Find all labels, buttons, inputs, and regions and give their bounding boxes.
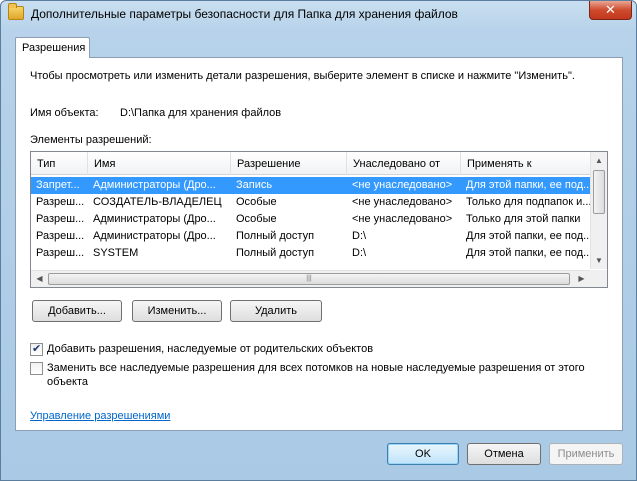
table-row[interactable]: Разреш... SYSTEM Полный доступ D:\ Для э… [31, 245, 591, 262]
object-name-label: Имя объекта: [30, 107, 99, 119]
close-icon: ✕ [605, 2, 616, 17]
tab-permissions[interactable]: Разрешения [15, 37, 90, 58]
intro-text: Чтобы просмотреть или изменить детали ра… [30, 70, 575, 82]
scroll-down-icon[interactable]: ▼ [591, 252, 607, 269]
table-row[interactable]: Разреш... СОЗДАТЕЛЬ-ВЛАДЕЛЕЦ Особые <не … [31, 194, 591, 211]
cell-inherited-from: <не унаследовано> [352, 213, 453, 225]
cell-inherited-from: D:\ [352, 247, 367, 259]
cell-name: Администраторы (Дро... [93, 230, 216, 242]
cell-permission: Полный доступ [236, 247, 315, 259]
cell-apply-to: Для этой папки, ее под... [466, 247, 591, 259]
delete-button[interactable]: Удалить [230, 300, 322, 322]
column-header-apply-to[interactable]: Применять к [461, 152, 591, 175]
security-dialog: Дополнительные параметры безопасности дл… [0, 0, 637, 481]
cell-permission: Запись [236, 179, 273, 191]
window-title: Дополнительные параметры безопасности дл… [31, 7, 458, 21]
cell-inherited-from: <не унаследовано> [352, 196, 453, 208]
cell-type: Запрет... [36, 179, 80, 191]
cell-type: Разреш... [36, 213, 85, 225]
list-header: Тип Имя Разрешение Унаследовано от Приме… [31, 152, 591, 175]
object-name-value: D:\Папка для хранения файлов [120, 107, 282, 119]
ok-button[interactable]: OK [387, 443, 459, 465]
inherit-permissions-checkbox[interactable] [30, 342, 43, 356]
cell-inherited-from: D:\ [352, 230, 367, 242]
permission-entries-list[interactable]: Тип Имя Разрешение Унаследовано от Приме… [30, 151, 608, 288]
close-button[interactable]: ✕ [589, 1, 632, 20]
scrollbar-corner [590, 270, 607, 287]
list-rows: Запрет... Администраторы (Дро... Запись … [31, 177, 591, 269]
cell-name: Администраторы (Дро... [93, 213, 216, 225]
scroll-right-icon[interactable]: ▶ [573, 271, 590, 287]
cell-name: SYSTEM [93, 247, 139, 259]
scroll-left-icon[interactable]: ◀ [31, 271, 48, 287]
replace-permissions-label-line1: Заменить все наследуемые разрешения для … [47, 362, 585, 374]
column-header-inherited-from[interactable]: Унаследовано от [347, 152, 461, 175]
cell-apply-to: Только для этой папки [466, 213, 581, 225]
column-header-name[interactable]: Имя [88, 152, 231, 175]
horizontal-scrollbar[interactable]: ◀ ||| ▶ [31, 270, 607, 287]
vertical-scrollbar[interactable]: ▲ ▼ [590, 152, 607, 269]
replace-permissions-label-line2: объекта [47, 376, 89, 388]
scroll-up-icon[interactable]: ▲ [591, 152, 607, 169]
column-header-type[interactable]: Тип [31, 152, 88, 175]
edit-button[interactable]: Изменить... [132, 300, 222, 322]
cell-inherited-from: <не унаследовано> [352, 179, 453, 191]
permissions-panel: Чтобы просмотреть или изменить детали ра… [15, 57, 623, 431]
cell-name: СОЗДАТЕЛЬ-ВЛАДЕЛЕЦ [93, 196, 222, 208]
manage-permissions-link[interactable]: Управление разрешениями [30, 410, 170, 422]
cell-type: Разреш... [36, 247, 85, 259]
cancel-button[interactable]: Отмена [467, 443, 541, 465]
cell-apply-to: Для этой папки, ее под... [466, 179, 591, 191]
horizontal-scroll-thumb[interactable]: ||| [48, 273, 570, 285]
permission-entries-label: Элементы разрешений: [30, 134, 152, 146]
vertical-scroll-thumb[interactable] [593, 170, 605, 214]
replace-permissions-checkbox[interactable] [30, 362, 43, 375]
table-row[interactable]: Разреш... Администраторы (Дро... Полный … [31, 228, 591, 245]
table-row[interactable]: Разреш... Администраторы (Дро... Особые … [31, 211, 591, 228]
cell-type: Разреш... [36, 230, 85, 242]
inherit-permissions-label: Добавить разрешения, наследуемые от роди… [47, 343, 374, 355]
cell-type: Разреш... [36, 196, 85, 208]
column-header-permission[interactable]: Разрешение [231, 152, 347, 175]
cell-apply-to: Только для подпапок и... [466, 196, 591, 208]
cell-permission: Особые [236, 213, 277, 225]
replace-permissions-label: Заменить все наследуемые разрешения для … [47, 361, 585, 389]
cell-permission: Полный доступ [236, 230, 315, 242]
add-button[interactable]: Добавить... [32, 300, 122, 322]
cell-permission: Особые [236, 196, 277, 208]
table-row[interactable]: Запрет... Администраторы (Дро... Запись … [31, 177, 591, 194]
title-bar: Дополнительные параметры безопасности дл… [1, 1, 636, 29]
folder-icon [8, 3, 24, 20]
cell-name: Администраторы (Дро... [93, 179, 216, 191]
apply-button[interactable]: Применить [549, 443, 623, 465]
cell-apply-to: Для этой папки, ее под... [466, 230, 591, 242]
